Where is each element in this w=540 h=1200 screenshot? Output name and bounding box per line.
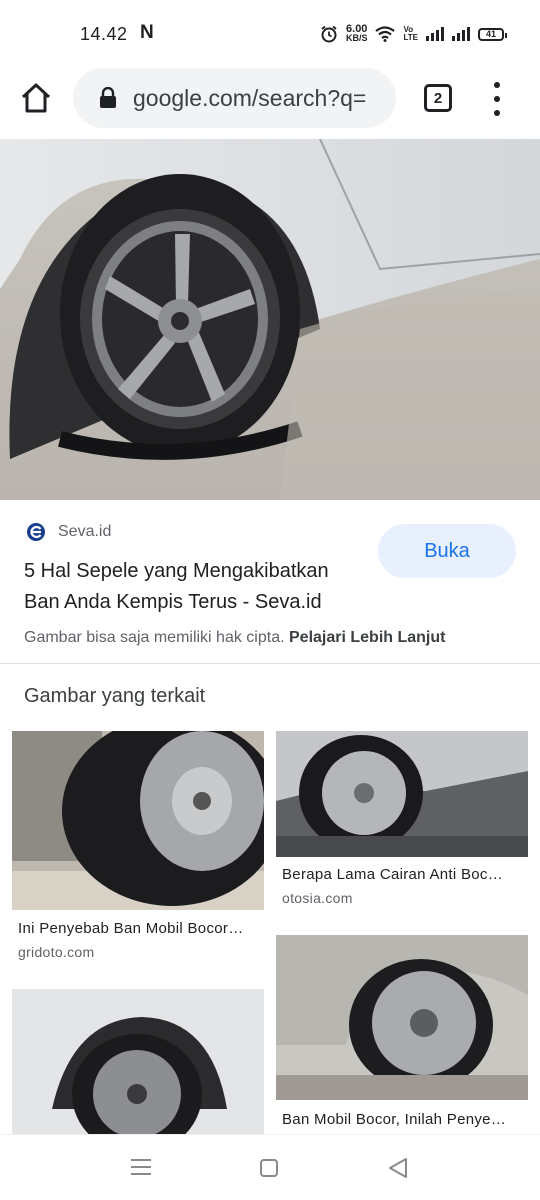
related-image-4[interactable] [12,989,264,1134]
signal-icon-2 [452,27,470,41]
related-caption-1[interactable]: Ini Penyebab Ban Mobil Bocor… [18,920,262,937]
divider [0,663,540,664]
result-image[interactable] [0,139,540,500]
status-bar: 14.42 N 6.00 KB/S Vo LTE 41 [0,0,540,64]
result-title[interactable]: 5 Hal Sepele yang Mengakibatkan Ban Anda… [24,556,364,618]
related-domain-2: otosia.com [282,890,353,906]
related-caption-2[interactable]: Berapa Lama Cairan Anti Boc… [282,866,526,883]
seva-logo-icon [27,523,45,541]
url-bar[interactable]: google.com/search?q= [73,68,396,128]
browser-toolbar: google.com/search?q= 2 [0,64,540,138]
recents-icon[interactable] [131,1159,151,1175]
copyright-notice: Gambar bisa saja memiliki hak cipta. Pel… [24,629,445,647]
related-image-2[interactable] [276,731,528,857]
nav-home-icon[interactable] [260,1159,278,1177]
related-image-1[interactable] [12,731,264,910]
related-caption-3[interactable]: Ban Mobil Bocor, Inilah Penye… [282,1111,526,1128]
wifi-icon [375,26,396,42]
speed-unit: KB/S [345,33,368,43]
related-image-3[interactable] [276,935,528,1100]
network-speed: 6.00 KB/S [345,24,368,43]
tab-switcher-button[interactable]: 2 [424,84,452,112]
notification-n-icon: N [140,22,154,43]
signal-icon-1 [426,27,444,41]
overflow-menu-icon[interactable] [490,82,504,116]
related-images-heading: Gambar yang terkait [24,685,206,707]
back-icon[interactable] [386,1157,410,1179]
volte-icon: Vo LTE [403,26,418,42]
system-nav-bar [0,1134,540,1200]
status-icons: 6.00 KB/S Vo LTE 41 [320,22,507,46]
battery-icon: 41 [478,27,507,41]
alarm-icon [321,25,337,43]
home-icon[interactable] [18,80,54,116]
open-button[interactable]: Buka [378,524,516,578]
status-time: 14.42 [80,24,128,44]
source-row[interactable]: Seva.id [26,522,111,542]
volte-bottom: LTE [403,33,418,42]
lock-icon [100,87,116,108]
url-text: google.com/search?q= [133,84,367,111]
related-domain-1: gridoto.com [18,944,95,960]
copyright-text: Gambar bisa saja memiliki hak cipta. [24,629,285,646]
source-name: Seva.id [58,523,112,540]
learn-more-link[interactable]: Pelajari Lebih Lanjut [289,629,445,646]
